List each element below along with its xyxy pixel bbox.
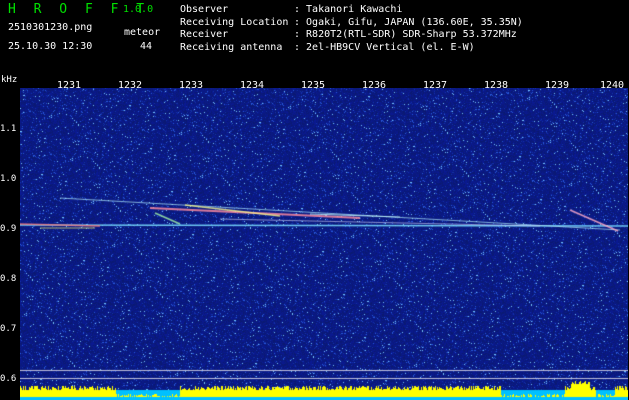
file-name: 2510301230.png	[8, 22, 93, 33]
app-version: 1.0.0	[123, 4, 154, 15]
meteor-count: 44	[140, 41, 153, 52]
y-axis-unit: kHz	[1, 75, 18, 85]
y-tick-label: 0.9	[0, 224, 17, 234]
y-tick-label: 0.8	[0, 274, 17, 284]
info-row-location: Receiving Location: Ogaki, Gifu, JAPAN (…	[180, 16, 523, 28]
meteor-label: meteor	[124, 27, 161, 38]
y-tick-label: 1.0	[0, 174, 17, 184]
timestamp: 25.10.30 12:30	[8, 41, 93, 52]
spectrogram-plot	[20, 88, 628, 400]
info-row-receiver: Receiver: R820T2(RTL-SDR) SDR-Sharp 53.3…	[180, 29, 517, 40]
header-panel: H R O F F T 1.0.0 2510301230.png meteor …	[0, 0, 629, 78]
info-row-observer: Observer: Takanori Kawachi	[180, 4, 403, 15]
station-info: Observer: Takanori Kawachi Receiving Loc…	[180, 4, 523, 54]
y-tick-label: 0.6	[0, 374, 17, 384]
y-tick-label: 0.7	[0, 324, 17, 334]
y-tick-label: 1.1	[0, 124, 17, 134]
info-row-antenna: Receiving antenna: 2el-HB9CV Vertical (e…	[180, 41, 475, 53]
